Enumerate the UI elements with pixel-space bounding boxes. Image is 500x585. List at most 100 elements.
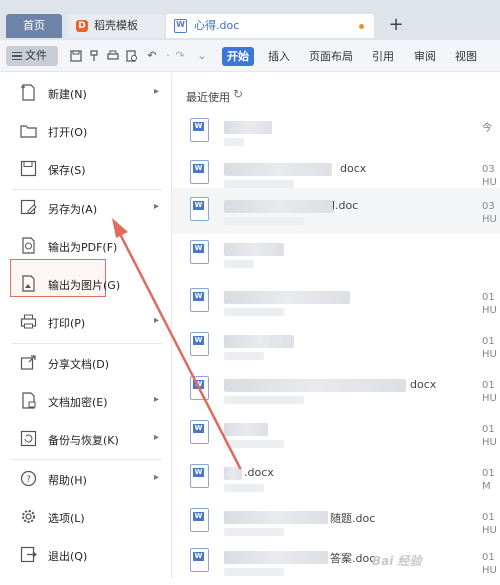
file-menu-button[interactable]: 文件 xyxy=(6,46,58,66)
file-menu: 新建(N) ▸ 打开(O) 保存(S) 另存为(A) ▸ 输出为PDF(F) 输… xyxy=(0,73,172,579)
file-side-info: 01 HU xyxy=(482,512,497,536)
menu-item-exit[interactable]: 退出(Q) xyxy=(0,535,172,575)
file-name: 随题.doc xyxy=(330,512,376,525)
blurred-file-path xyxy=(224,138,244,146)
recent-file-row[interactable]: 01HU xyxy=(172,279,500,325)
tab-document[interactable]: W 心得.doc xyxy=(166,14,374,38)
menu-item-label: 帮助(H) xyxy=(48,474,87,487)
file-name: l.doc xyxy=(332,199,359,212)
blurred-file-name xyxy=(224,511,328,524)
recent-file-row[interactable] xyxy=(172,109,500,155)
svg-text:?: ? xyxy=(26,475,31,485)
menu-item-share[interactable]: 分享文档(D) xyxy=(0,343,172,383)
save-as-icon xyxy=(20,199,37,216)
menu-item-export-pdf[interactable]: 输出为PDF(F) xyxy=(0,226,172,266)
recent-file-row[interactable]: 01HU xyxy=(172,411,500,457)
customize-icon[interactable]: ⌄ xyxy=(196,50,208,62)
menu-item-open[interactable]: 打开(O) xyxy=(0,111,172,151)
menu-item-help[interactable]: ? 帮助(H) ▸ xyxy=(0,459,172,499)
lock-document-icon xyxy=(20,392,37,409)
recent-file-row[interactable]: docx 01HU xyxy=(172,367,500,413)
file-side-info: 01 M xyxy=(482,468,495,492)
menu-item-label: 另存为(A) xyxy=(48,203,98,216)
undo-icon[interactable]: ↶ xyxy=(146,50,158,62)
ribbon-tab-view[interactable]: 视图 xyxy=(455,47,477,66)
print-icon xyxy=(20,313,37,330)
hamburger-icon xyxy=(12,52,22,60)
print-preview-icon[interactable] xyxy=(126,50,138,62)
word-document-icon xyxy=(190,508,209,532)
share-icon xyxy=(20,354,37,371)
file-side-info: 03 HU xyxy=(482,201,497,225)
save-icon[interactable] xyxy=(70,50,82,62)
refresh-icon[interactable]: ↻ xyxy=(233,88,245,100)
menu-item-label: 退出(Q) xyxy=(48,550,88,563)
menu-item-label: 打开(O) xyxy=(48,126,88,139)
ribbon-tab-review[interactable]: 审阅 xyxy=(414,47,436,66)
plus-icon[interactable]: + xyxy=(384,14,408,38)
toolbar: 文件 ↶ · ↷ ⌄ 开始 插入 页面布局 引用 审阅 视图 xyxy=(0,40,500,72)
file-menu-label: 文件 xyxy=(25,49,47,62)
recent-files-panel: 最近使用 ↻ 今 docx 03HU l.doc 03HU 01HU 01HU xyxy=(172,73,500,579)
recent-file-row[interactable]: 01HU xyxy=(172,323,500,369)
file-name: docx xyxy=(410,378,437,391)
blurred-file-path xyxy=(224,180,294,188)
format-painter-icon[interactable] xyxy=(88,50,100,62)
file-name: 答案.doc xyxy=(330,552,376,565)
menu-item-save-as[interactable]: 另存为(A) ▸ xyxy=(0,188,172,228)
recent-title: 最近使用 xyxy=(186,91,230,104)
tab-home[interactable]: 首页 xyxy=(6,14,62,38)
menu-item-export-image[interactable]: 输出为图片(G) xyxy=(0,264,172,304)
menu-item-label: 打印(P) xyxy=(48,317,86,330)
blurred-file-path xyxy=(224,308,284,316)
recent-file-row[interactable]: 答案.doc 01HU xyxy=(172,539,500,585)
menu-item-label: 输出为PDF(F) xyxy=(48,241,118,254)
recent-file-row[interactable] xyxy=(172,231,500,277)
file-name: docx xyxy=(340,162,367,175)
word-document-icon xyxy=(190,376,209,400)
menu-item-label: 选项(L) xyxy=(48,512,85,525)
menu-item-label: 输出为图片(G) xyxy=(48,279,121,292)
chevron-right-icon: ▸ xyxy=(154,394,160,405)
menu-item-print[interactable]: 打印(P) ▸ xyxy=(0,302,172,342)
menu-item-options[interactable]: 选项(L) xyxy=(0,497,172,537)
file-side-info: 01 HU xyxy=(482,552,497,576)
file-side-info: 01 HU xyxy=(482,380,497,404)
tab-bar: 首页 D 稻壳模板 W 心得.doc + xyxy=(0,0,500,40)
ribbon-tab-start[interactable]: 开始 xyxy=(222,47,254,66)
blurred-file-path xyxy=(224,440,284,448)
word-document-icon xyxy=(190,332,209,356)
word-document-icon xyxy=(190,197,209,221)
recent-file-row[interactable]: .docx 01M xyxy=(172,455,500,501)
chevron-right-icon: ▸ xyxy=(154,201,160,212)
menu-item-backup[interactable]: 备份与恢复(K) ▸ xyxy=(0,419,172,459)
menu-item-encrypt[interactable]: 文档加密(E) ▸ xyxy=(0,381,172,421)
ribbon-tab-insert[interactable]: 插入 xyxy=(268,47,290,66)
blurred-file-name xyxy=(224,291,350,304)
chevron-right-icon: ▸ xyxy=(154,86,160,97)
blurred-file-name xyxy=(224,243,284,256)
ribbon-tab-references[interactable]: 引用 xyxy=(372,47,394,66)
unsaved-indicator xyxy=(359,24,364,29)
menu-item-save[interactable]: 保存(S) xyxy=(0,149,172,189)
ribbon-tab-page-layout[interactable]: 页面布局 xyxy=(309,47,353,66)
word-document-icon xyxy=(190,288,209,312)
undo-dropdown-icon[interactable]: · xyxy=(162,50,174,62)
word-document-icon xyxy=(190,420,209,444)
blurred-file-name xyxy=(224,551,328,564)
file-name: .docx xyxy=(244,466,274,479)
menu-item-label: 文档加密(E) xyxy=(48,396,108,409)
print-icon[interactable] xyxy=(107,50,119,62)
exit-icon xyxy=(20,546,37,563)
recent-file-row[interactable]: l.doc 03HU xyxy=(172,188,500,234)
blurred-file-path xyxy=(224,484,264,492)
blurred-file-name xyxy=(224,200,334,213)
tab-templates[interactable]: D 稻壳模板 xyxy=(68,14,164,38)
word-document-icon xyxy=(190,548,209,572)
watermark: Bai 经验 xyxy=(372,554,422,568)
redo-icon[interactable]: ↷ xyxy=(174,50,186,62)
menu-item-new[interactable]: 新建(N) ▸ xyxy=(0,73,172,113)
blurred-file-path xyxy=(224,396,304,404)
chevron-right-icon: ▸ xyxy=(154,472,160,483)
save-icon xyxy=(20,160,37,177)
